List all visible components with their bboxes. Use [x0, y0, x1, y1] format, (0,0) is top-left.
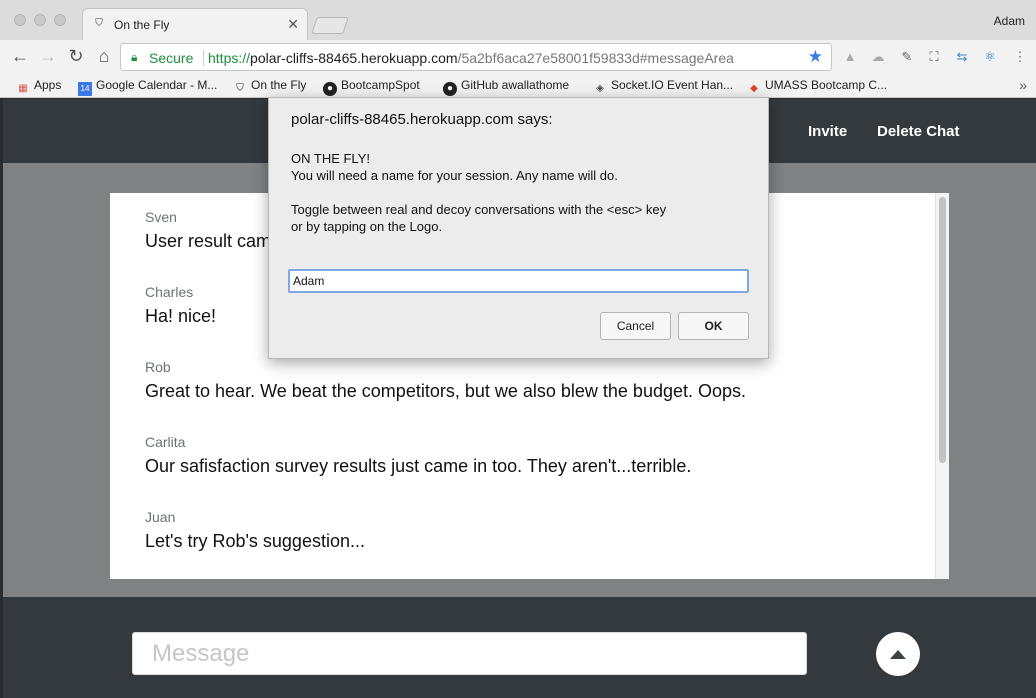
secure-label: Secure [149, 50, 194, 66]
arrows-extension-icon[interactable]: ⇆ [954, 49, 970, 65]
bookmark-on-the-fly[interactable]: ⛉ On the Fly [233, 78, 306, 96]
message-item: Rob Great to hear. We beat the competito… [145, 359, 746, 402]
message-item: Carlita Our safisfaction survey results … [145, 434, 691, 477]
message-author: Sven [145, 209, 177, 225]
extension-icon[interactable]: ▲ [842, 49, 858, 65]
message-author: Charles [145, 284, 194, 300]
react-devtools-icon[interactable]: ⚛ [982, 49, 998, 65]
dialog-message-line: ON THE FLY! [291, 151, 370, 166]
calendar-icon: 14 [78, 82, 92, 96]
forward-arrow-icon[interactable]: → [38, 46, 58, 66]
session-name-input[interactable] [288, 269, 749, 293]
omnibox-separator [203, 50, 204, 66]
github-icon: ● [443, 82, 457, 96]
browser-tab[interactable]: ⛉ On the Fly ✕ [82, 8, 308, 40]
ok-button[interactable]: OK [678, 312, 749, 340]
apps-grid-icon: ▦ [18, 83, 28, 94]
back-arrow-icon[interactable]: ← [10, 46, 30, 66]
bookmarks-overflow-icon[interactable]: » [1019, 77, 1027, 93]
message-text: Our safisfaction survey results just cam… [145, 456, 692, 476]
bookmark-bootcampspot[interactable]: ● BootcampSpot [323, 78, 420, 96]
window-minimize-button[interactable] [34, 14, 46, 26]
dialog-message-line: or by tapping on the Logo. [291, 219, 443, 234]
dialog-message-line: Toggle between real and decoy conversati… [291, 202, 667, 217]
home-icon[interactable]: ⌂ [94, 46, 114, 66]
arrow-up-icon [890, 649, 906, 659]
dialog-message-line: You will need a name for your session. A… [291, 168, 618, 183]
bookmark-apps[interactable]: ▦ Apps [16, 78, 61, 96]
browser-titlebar: ⛉ On the Fly ✕ Adam [0, 0, 1036, 40]
screen-capture-extension-icon[interactable]: ⛶ [926, 49, 942, 65]
window-zoom-button[interactable] [54, 14, 66, 26]
bookmark-github-awallathome[interactable]: ● GitHub awallathome [443, 78, 569, 96]
browser-toolbar: ← → ↻ ⌂ 🔒︎ Secure https://polar-cliffs-8… [0, 40, 1036, 74]
prompt-dialog: polar-cliffs-88465.herokuapp.com says: O… [268, 97, 769, 359]
delete-chat-link[interactable]: Delete Chat [877, 123, 960, 140]
invite-link[interactable]: Invite [808, 123, 847, 140]
scrollbar-thumb[interactable] [939, 197, 946, 463]
message-author: Carlita [145, 434, 186, 450]
lock-icon: 🔒︎ [131, 50, 138, 64]
url-text[interactable]: https://polar-cliffs-88465.herokuapp.com… [208, 50, 734, 66]
address-bar[interactable]: 🔒︎ Secure https://polar-cliffs-88465.her… [120, 43, 832, 71]
message-text: Great to hear. We beat the competitors, … [145, 381, 747, 401]
reload-icon[interactable]: ↻ [66, 46, 86, 66]
bookmark-star-icon[interactable]: ★ [808, 47, 823, 67]
message-item: Juan Let's try Rob's suggestion... [145, 509, 365, 552]
message-text: User result cam [145, 231, 272, 251]
profile-name[interactable]: Adam [994, 14, 1025, 28]
dialog-title: polar-cliffs-88465.herokuapp.com says: [291, 111, 553, 128]
message-text: Let's try Rob's suggestion... [145, 531, 365, 551]
tab-title: On the Fly [114, 18, 170, 32]
message-author: Rob [145, 359, 171, 375]
tab-close-icon[interactable]: ✕ [287, 16, 299, 33]
bookmark-socketio[interactable]: ◈ Socket.IO Event Han... [593, 78, 733, 96]
bookmark-umass-bootcamp[interactable]: ◆ UMASS Bootcamp C... [747, 78, 887, 96]
message-item: Charles Ha! nice! [145, 284, 216, 327]
message-author: Juan [145, 509, 176, 525]
cloud-extension-icon[interactable]: ☁ [870, 49, 886, 65]
window-close-button[interactable] [14, 14, 26, 26]
socketio-icon: ◈ [596, 83, 604, 94]
cancel-button[interactable]: Cancel [600, 312, 671, 340]
shield-icon: ⛉ [95, 18, 103, 29]
message-item: Sven User result cam [145, 209, 271, 252]
bookmark-google-calendar[interactable]: 14 Google Calendar - M... [78, 78, 217, 96]
shield-icon: ⛉ [236, 83, 244, 94]
github-icon: ● [323, 82, 337, 96]
message-input[interactable] [132, 632, 807, 675]
gitlab-icon: ◆ [750, 83, 758, 94]
eyedropper-extension-icon[interactable]: ✎ [899, 49, 915, 65]
send-button[interactable] [876, 632, 920, 676]
message-list-scrollbar[interactable] [935, 193, 949, 579]
browser-menu-icon[interactable]: ⋮ [1012, 49, 1028, 65]
message-text: Ha! nice! [145, 306, 217, 326]
bookmarks-bar: ▦ Apps 14 Google Calendar - M... ⛉ On the F… [0, 74, 1036, 98]
new-tab-button[interactable] [311, 17, 349, 34]
